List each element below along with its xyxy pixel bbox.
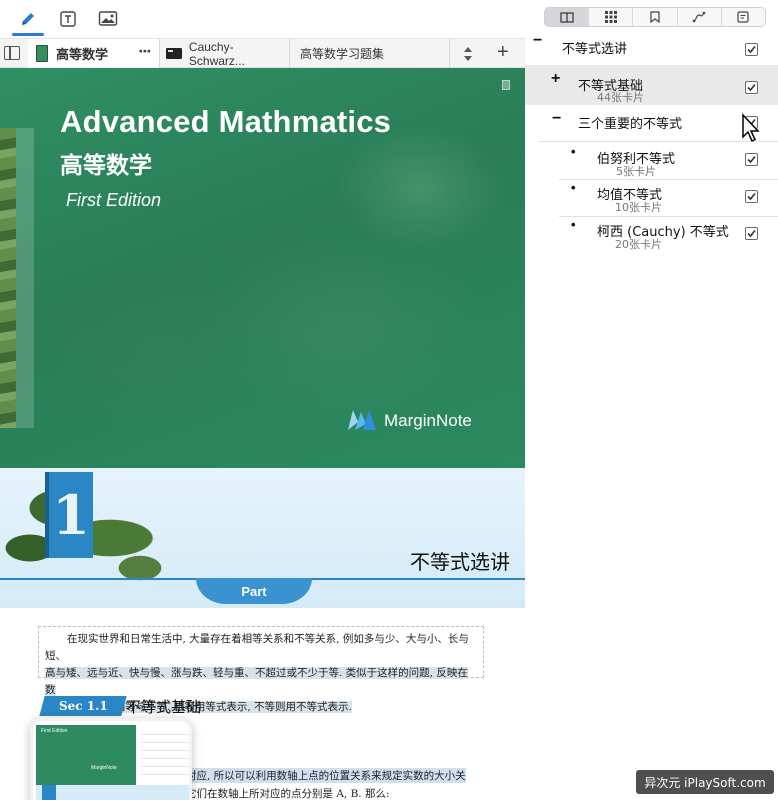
chapter-title: 不等式选讲 xyxy=(410,550,510,574)
text-tool-button[interactable] xyxy=(57,8,79,30)
section-badge: Sec 1.1 xyxy=(39,696,127,716)
cover-title: Advanced Mathmatics xyxy=(60,104,392,139)
card-icon xyxy=(737,11,750,23)
body-text-line[interactable]: 它们在数轴上所对应的点分别是 A, B. 那么: xyxy=(186,786,390,800)
sort-updown-icon[interactable] xyxy=(462,45,474,63)
grid-view-button[interactable] xyxy=(589,8,634,26)
outline-checkbox[interactable] xyxy=(745,153,758,166)
page-corner-icon xyxy=(502,80,510,90)
mouse-cursor-icon xyxy=(742,113,760,143)
mindmap-button[interactable] xyxy=(678,8,722,26)
intro-paragraph[interactable]: 在现实世界和日常生活中, 大量存在着相等关系和不等关系, 例如多与少、大与小、长… xyxy=(38,626,484,713)
card-count: 20张卡片 xyxy=(615,238,662,251)
bullet-icon: • xyxy=(571,144,576,159)
pen-tool-button[interactable] xyxy=(17,8,39,30)
outline-item[interactable]: + 不等式基础 44张卡片 xyxy=(525,65,778,105)
text-icon xyxy=(60,11,76,27)
tab-cauchy-schwarz[interactable]: Cauchy-Schwarz... xyxy=(160,39,290,68)
check-icon xyxy=(747,45,756,54)
marginnote-logo-icon xyxy=(348,410,376,430)
check-icon xyxy=(747,83,756,92)
pen-icon xyxy=(22,13,34,25)
outline-checkbox[interactable] xyxy=(745,43,758,56)
image-icon xyxy=(98,11,118,26)
image-tool-button[interactable] xyxy=(97,8,119,30)
terminal-icon xyxy=(166,48,182,59)
outline-checkbox[interactable] xyxy=(745,190,758,203)
expand-icon[interactable]: + xyxy=(551,70,560,88)
bookmark-button[interactable] xyxy=(633,8,678,26)
card-count: 44张卡片 xyxy=(597,91,644,104)
bullet-icon: • xyxy=(571,180,576,195)
check-icon xyxy=(747,155,756,164)
device-thumbnail: First Edition MarginNote xyxy=(30,718,192,800)
outline-checkbox[interactable] xyxy=(745,81,758,94)
collapse-icon[interactable]: − xyxy=(533,32,542,50)
active-tool-indicator xyxy=(12,33,44,36)
thumbnail-outline xyxy=(141,727,189,777)
outline-checkbox[interactable] xyxy=(745,227,758,240)
cover-spine-strip xyxy=(16,128,34,428)
document-tab-bar: 高等数学 ⋮ Cauchy-Schwarz... 高等数学习题集 + xyxy=(0,38,525,68)
outline-item[interactable]: • 均值不等式 10张卡片 xyxy=(525,180,778,216)
card-count: 5张卡片 xyxy=(616,165,656,178)
chapter-banner: 1 不等式选讲 Part xyxy=(0,468,525,608)
card-button[interactable] xyxy=(722,8,765,26)
tab-label: 高等数学 xyxy=(56,47,109,62)
chapter-number-box: 1 xyxy=(45,472,93,558)
bullet-icon: • xyxy=(571,217,576,232)
check-icon xyxy=(747,192,756,201)
book-view-button[interactable] xyxy=(545,8,590,26)
cover-leaves-decoration xyxy=(0,128,16,428)
chapter-number: 1 xyxy=(52,483,90,547)
part-label: Part xyxy=(196,578,312,604)
outline-item-title: 不等式选讲 xyxy=(562,42,628,57)
bookmark-icon xyxy=(650,11,660,23)
site-watermark: 异次元 iPlaySoft.com xyxy=(636,770,774,794)
view-mode-segmented-control xyxy=(544,7,766,27)
mindmap-icon xyxy=(692,11,706,23)
tab-label: Cauchy-Schwarz... xyxy=(188,39,245,68)
more-icon[interactable]: ⋮ xyxy=(137,44,153,57)
card-count: 10张卡片 xyxy=(615,201,662,214)
book-cover: Advanced Mathmatics 高等数学 First Edition M… xyxy=(0,68,525,468)
outline-item[interactable]: • 伯努利不等式 5张卡片 xyxy=(525,143,778,179)
book-view-icon xyxy=(559,11,574,23)
thumbnail-chapter xyxy=(36,785,189,800)
outline-panel: − 不等式选讲 + 不等式基础 44张卡片 − 三个重要的不等式 • 伯努利不等… xyxy=(525,27,778,267)
check-icon xyxy=(747,229,756,238)
document-page[interactable]: Advanced Mathmatics 高等数学 First Edition M… xyxy=(0,68,525,800)
collapse-icon[interactable]: − xyxy=(552,110,561,128)
book-icon xyxy=(36,45,48,62)
tab-label: 高等数学习题集 xyxy=(300,47,385,61)
outline-item-title: 三个重要的不等式 xyxy=(578,117,683,132)
cover-brand: MarginNote xyxy=(384,411,472,430)
grid-view-icon xyxy=(604,11,617,23)
sidebar-toggle-icon[interactable] xyxy=(4,46,20,60)
outline-item[interactable]: • 柯西 (Cauchy) 不等式 20张卡片 xyxy=(525,217,778,253)
cover-edition: First Edition xyxy=(66,190,162,210)
thumbnail-cover: First Edition MarginNote xyxy=(36,725,136,785)
section-title: 不等式基础 xyxy=(126,698,202,716)
intro-line-1: 在现实世界和日常生活中, 大量存在着相等关系和不等关系, 例如多与少、大与小、长… xyxy=(45,633,469,662)
outline-item[interactable]: − 不等式选讲 xyxy=(525,27,778,63)
intro-line-2: 高与矮、远与近、快与慢、涨与跌、轻与重、不超过或不少于等. 类似于这样的问题, … xyxy=(45,667,468,696)
tab-advanced-math[interactable]: 高等数学 ⋮ xyxy=(28,39,160,68)
body-text-line[interactable]: 对应, 所以可以利用数轴上点的位置关系来规定实数的大小关 xyxy=(186,768,466,783)
add-tab-button[interactable]: + xyxy=(497,41,509,64)
tab-exercise-book[interactable]: 高等数学习题集 xyxy=(290,39,450,68)
cover-subtitle: 高等数学 xyxy=(60,153,152,179)
